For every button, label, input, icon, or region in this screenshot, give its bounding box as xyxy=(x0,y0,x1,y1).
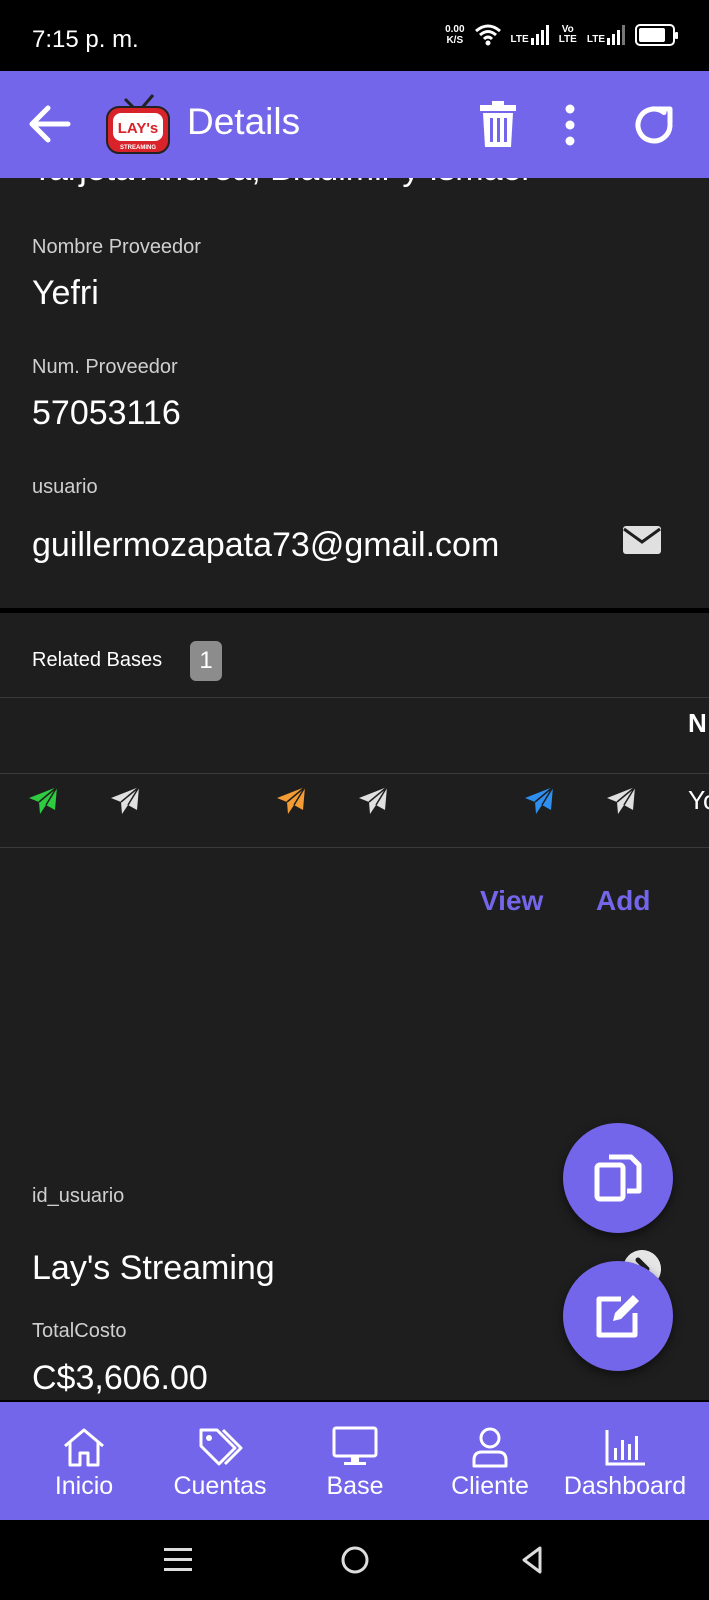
related-bases-label: Related Bases xyxy=(32,649,163,671)
send-orange-icon[interactable] xyxy=(276,786,306,816)
signal-bars-icon xyxy=(607,25,625,45)
tags-icon xyxy=(199,1428,243,1466)
svg-text:LAY's: LAY's xyxy=(118,120,159,137)
send-icon[interactable] xyxy=(606,786,636,816)
edit-fab-button[interactable] xyxy=(563,1261,673,1371)
signal-bars-icon xyxy=(530,25,549,45)
related-count-badge: 1 xyxy=(190,641,222,681)
home-circle-icon[interactable] xyxy=(337,1542,373,1578)
provider-num-label: Num. Proveedor xyxy=(32,356,178,378)
user-value: guillermozapata73@gmail.com xyxy=(32,526,500,564)
nav-label: Cuentas xyxy=(173,1472,267,1500)
nav-label: Inicio xyxy=(54,1472,114,1500)
provider-name-label: Nombre Proveedor xyxy=(32,236,201,258)
total-cost-label: TotalCosto xyxy=(32,1320,127,1342)
user-icon xyxy=(472,1427,508,1468)
nav-item-cliente[interactable]: Cliente xyxy=(420,1402,560,1520)
app-bar: LAY's STREAMING Details xyxy=(0,71,709,178)
arrow-left-icon[interactable] xyxy=(26,101,72,147)
svg-text:STREAMING: STREAMING xyxy=(120,145,156,151)
send-green-icon[interactable] xyxy=(28,786,58,816)
status-time: 7:15 p. m. xyxy=(32,26,139,53)
divider xyxy=(0,773,709,774)
edit-icon xyxy=(596,1295,639,1338)
mail-icon[interactable] xyxy=(623,526,661,554)
nav-item-inicio[interactable]: Inicio xyxy=(14,1402,154,1520)
system-nav-bar xyxy=(0,1520,709,1600)
home-icon xyxy=(64,1428,104,1467)
battery-icon xyxy=(635,24,678,46)
total-cost-value: C$3,606.00 xyxy=(32,1359,208,1397)
chart-icon xyxy=(605,1430,645,1466)
signal-1: LTE xyxy=(511,25,549,45)
divider xyxy=(0,847,709,848)
status-bar: 7:15 p. m. 0.00 K/S LTE Vo LTE LTE xyxy=(0,0,709,71)
signal-2: LTE xyxy=(587,25,625,45)
id-usuario-value[interactable]: Lay's Streaming xyxy=(32,1249,275,1288)
wifi-icon xyxy=(474,24,501,46)
refresh-icon[interactable] xyxy=(630,101,678,149)
more-vert-icon[interactable] xyxy=(563,103,577,147)
nav-label: Base xyxy=(326,1472,384,1500)
recent-apps-icon[interactable] xyxy=(160,1542,196,1578)
page-title: Details xyxy=(187,101,301,142)
copy-fab-button[interactable] xyxy=(563,1123,673,1233)
nav-item-dashboard[interactable]: Dashboard xyxy=(555,1402,695,1520)
send-icon[interactable] xyxy=(110,786,140,816)
provider-num-value: 57053116 xyxy=(32,394,181,432)
add-button[interactable]: Add xyxy=(596,885,650,917)
nav-label: Dashboard xyxy=(563,1472,687,1500)
user-label: usuario xyxy=(32,476,98,498)
id-usuario-label: id_usuario xyxy=(32,1185,125,1207)
item-title: Tarjeta Andrea, Bladimir y Ismael xyxy=(32,178,529,189)
nav-item-base[interactable]: Base xyxy=(285,1402,425,1520)
copy-icon xyxy=(594,1154,642,1202)
table-column-header: N xyxy=(688,708,707,738)
status-icons: 0.00 K/S LTE Vo LTE LTE xyxy=(445,24,678,46)
trash-icon[interactable] xyxy=(478,101,518,147)
nav-item-cuentas[interactable]: Cuentas xyxy=(150,1402,290,1520)
send-blue-icon[interactable] xyxy=(524,786,554,816)
provider-name-value: Yefri xyxy=(32,274,99,312)
view-button[interactable]: View xyxy=(480,885,543,917)
volte-indicator: Vo LTE xyxy=(558,24,577,45)
lays-logo: LAY's STREAMING xyxy=(106,94,170,154)
details-card: Tarjeta Andrea, Bladimir y Ismael Nombre… xyxy=(0,178,709,608)
send-icon[interactable] xyxy=(358,786,388,816)
divider xyxy=(0,697,709,698)
table-cell: Yo xyxy=(688,785,709,815)
desktop-icon xyxy=(332,1426,378,1465)
back-triangle-icon[interactable] xyxy=(514,1542,550,1578)
net-speed: 0.00 K/S xyxy=(445,24,465,46)
nav-label: Cliente xyxy=(451,1472,529,1500)
bottom-nav: Inicio Cuentas Base Cliente Dashboard xyxy=(0,1402,709,1520)
